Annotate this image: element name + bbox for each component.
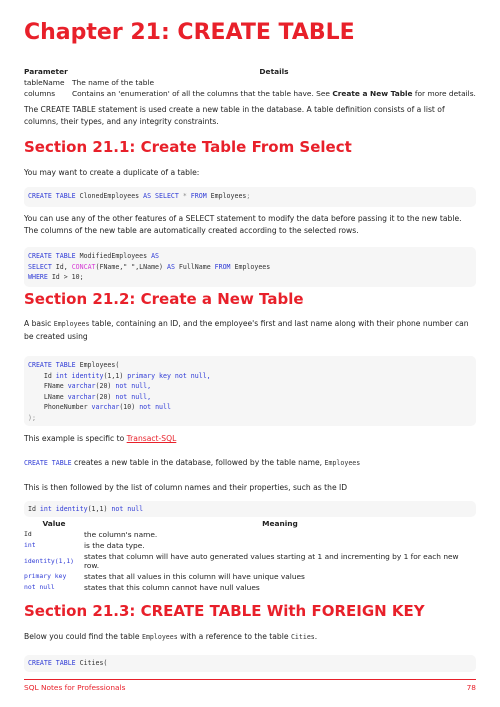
header-details: Details: [259, 67, 289, 76]
table-header-row: Parameter Details: [24, 66, 476, 77]
table-row: not null states that this column cannot …: [24, 582, 476, 593]
code-block: CREATE TABLE Employees( Id int identity(…: [24, 356, 476, 426]
meaning-cell: is the data type.: [84, 541, 145, 550]
section-title: Section 21.3: CREATE TABLE With FOREIGN …: [24, 602, 425, 620]
table-row: identity(1,1) states that column will ha…: [24, 551, 476, 571]
paragraph: Below you could find the table Employees…: [24, 632, 318, 641]
chapter-title: Chapter 21: CREATE TABLE: [24, 20, 355, 45]
table-row: primary key states that all values in th…: [24, 571, 476, 582]
paragraph: This is then followed by the list of col…: [24, 483, 348, 492]
paragraph: You can use any of the other features of…: [24, 214, 462, 235]
meaning-cell: states that this column cannot have null…: [84, 583, 260, 592]
param-details: Contains an 'enumeration' of all the col…: [72, 88, 476, 99]
param-details: The name of the table: [72, 78, 155, 87]
param-name: columns: [24, 89, 56, 98]
paragraph: This example is specific to Transact-SQL: [24, 434, 177, 443]
value-cell: int: [24, 541, 36, 549]
parameters-table: Parameter Details tableName The name of …: [24, 66, 476, 99]
details-bold: Create a New Table: [332, 89, 413, 98]
value-cell: Id: [24, 530, 32, 538]
footer-book-title: SQL Notes for Professionals: [24, 683, 126, 692]
meaning-cell: the column's name.: [84, 530, 158, 539]
value-cell: primary key: [24, 572, 67, 580]
code-block: CREATE TABLE ClonedEmployees AS SELECT *…: [24, 187, 476, 207]
footer-divider: [24, 679, 476, 680]
meaning-cell: states that column will have auto genera…: [84, 552, 459, 570]
page-number: 78: [466, 683, 476, 692]
details-text: Contains an 'enumeration' of all the col…: [72, 89, 333, 98]
table-row: tableName The name of the table: [24, 77, 476, 88]
section-title: Section 21.2: Create a New Table: [24, 290, 304, 308]
header-parameter: Parameter: [24, 67, 68, 76]
table-row: Id the column's name.: [24, 529, 476, 540]
value-cell: not null: [24, 583, 55, 591]
intro-paragraph: The CREATE TABLE statement is used creat…: [24, 105, 445, 126]
transact-sql-link[interactable]: Transact-SQL: [127, 434, 177, 443]
param-name: tableName: [24, 78, 65, 87]
section-title: Section 21.1: Create Table From Select: [24, 138, 352, 156]
table-header-row: Value Meaning: [24, 518, 476, 529]
code-block: CREATE TABLE ModifiedEmployees AS SELECT…: [24, 247, 476, 287]
header-value: Value: [42, 519, 66, 528]
meaning-cell: states that all values in this column wi…: [84, 572, 305, 581]
value-meaning-table: Value Meaning Id the column's name. int …: [24, 518, 476, 593]
paragraph: You may want to create a duplicate of a …: [24, 168, 200, 177]
code-block: CREATE TABLE Cities(: [24, 655, 476, 672]
table-row: columns Contains an 'enumeration' of all…: [24, 88, 476, 99]
paragraph: CREATE TABLE creates a new table in the …: [24, 458, 361, 467]
value-cell: identity(1,1): [24, 556, 75, 565]
table-row: int is the data type.: [24, 540, 476, 551]
details-text: for more details.: [412, 89, 476, 98]
paragraph: A basic Employees table, containing an I…: [24, 319, 469, 341]
header-meaning: Meaning: [262, 519, 298, 528]
code-block: Id int identity(1,1) not null: [24, 501, 476, 517]
